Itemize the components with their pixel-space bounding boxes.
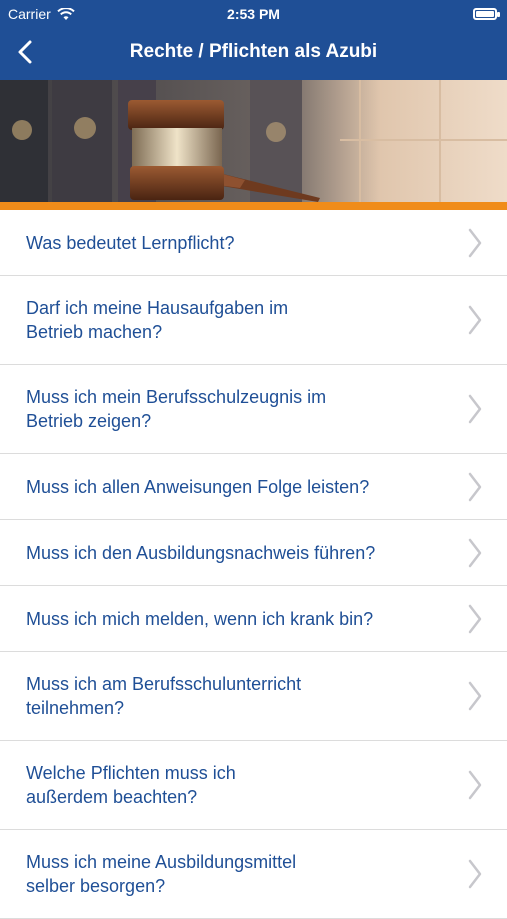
list-item[interactable]: Muss ich allen Anweisungen Folge leisten… — [0, 454, 507, 520]
chevron-right-icon — [468, 472, 482, 501]
question-line: Muss ich mein Berufsschulzeugnis im — [26, 387, 327, 407]
list-item[interactable]: Muss ich den Ausbildungsnachweis führen? — [0, 520, 507, 586]
question-line: außerdem beachten? — [26, 787, 198, 807]
chevron-right-icon — [468, 681, 482, 711]
status-time: 2:53 PM — [227, 6, 280, 22]
question-line: Betrieb machen? — [26, 322, 163, 342]
list-item[interactable]: Muss ich am Berufsschulunterricht teilne… — [0, 652, 507, 741]
list-item-label: Muss ich mich melden, wenn ich krank bin… — [26, 607, 437, 631]
question-line: selber besorgen? — [26, 876, 166, 896]
list-item-label: Welche Pflichten muss ich außerdem beach… — [26, 761, 437, 809]
navigation-bar: Rechte / Pflichten als Azubi — [0, 28, 507, 80]
list-item-label: Darf ich meine Hausaufgaben im Betrieb m… — [26, 296, 437, 344]
question-line: Darf ich meine Hausaufgaben im — [26, 298, 289, 318]
list-item[interactable]: Muss ich mein Berufsschulzeugnis im Betr… — [0, 365, 507, 454]
battery-icon — [473, 8, 500, 20]
status-bar: Carrier 2:53 PM — [0, 0, 507, 28]
chevron-right-icon — [468, 604, 482, 633]
list-item[interactable]: Welche Pflichten muss ich außerdem beach… — [0, 741, 507, 830]
list-item-label: Muss ich allen Anweisungen Folge leisten… — [26, 475, 437, 499]
page-title: Rechte / Pflichten als Azubi — [129, 41, 378, 62]
list-item-label: Was bedeutet Lernpflicht? — [26, 231, 437, 255]
question-line: Muss ich den Ausbildungsnachweis führen? — [26, 542, 376, 563]
question-line: Muss ich meine Ausbildungsmittel — [26, 852, 297, 872]
question-line: Was bedeutet Lernpflicht? — [26, 232, 235, 253]
list-item-label: Muss ich mein Berufsschulzeugnis im Betr… — [26, 385, 437, 433]
chevron-right-icon — [468, 394, 482, 424]
question-list: Was bedeutet Lernpflicht? Darf ich meine… — [0, 210, 507, 919]
list-item[interactable]: Muss ich meine Ausbildungsmittel selber … — [0, 830, 507, 919]
list-item-label: Muss ich am Berufsschulunterricht teilne… — [26, 672, 437, 720]
question-line: Muss ich am Berufsschulunterricht — [26, 674, 302, 694]
list-item[interactable]: Darf ich meine Hausaufgaben im Betrieb m… — [0, 276, 507, 365]
question-line: teilnehmen? — [26, 698, 125, 718]
chevron-right-icon — [468, 538, 482, 567]
question-line: Welche Pflichten muss ich — [26, 763, 236, 783]
list-item-label: Muss ich meine Ausbildungsmittel selber … — [26, 850, 437, 898]
list-item-label: Muss ich den Ausbildungsnachweis führen? — [26, 541, 437, 565]
gavel-illustration — [0, 80, 507, 202]
header-image — [0, 80, 507, 202]
chevron-right-icon — [468, 859, 482, 889]
question-line: Muss ich allen Anweisungen Folge leisten… — [26, 476, 370, 497]
list-item[interactable]: Was bedeutet Lernpflicht? — [0, 210, 507, 276]
chevron-right-icon — [468, 770, 482, 800]
chevron-right-icon — [468, 305, 482, 335]
question-line: Betrieb zeigen? — [26, 411, 152, 431]
question-line: Muss ich mich melden, wenn ich krank bin… — [26, 608, 374, 629]
chevron-right-icon — [468, 228, 482, 257]
top-bar: Carrier 2:53 PM Rechte / Pflichten als A… — [0, 0, 507, 80]
accent-divider — [0, 202, 507, 210]
list-item[interactable]: Muss ich mich melden, wenn ich krank bin… — [0, 586, 507, 652]
